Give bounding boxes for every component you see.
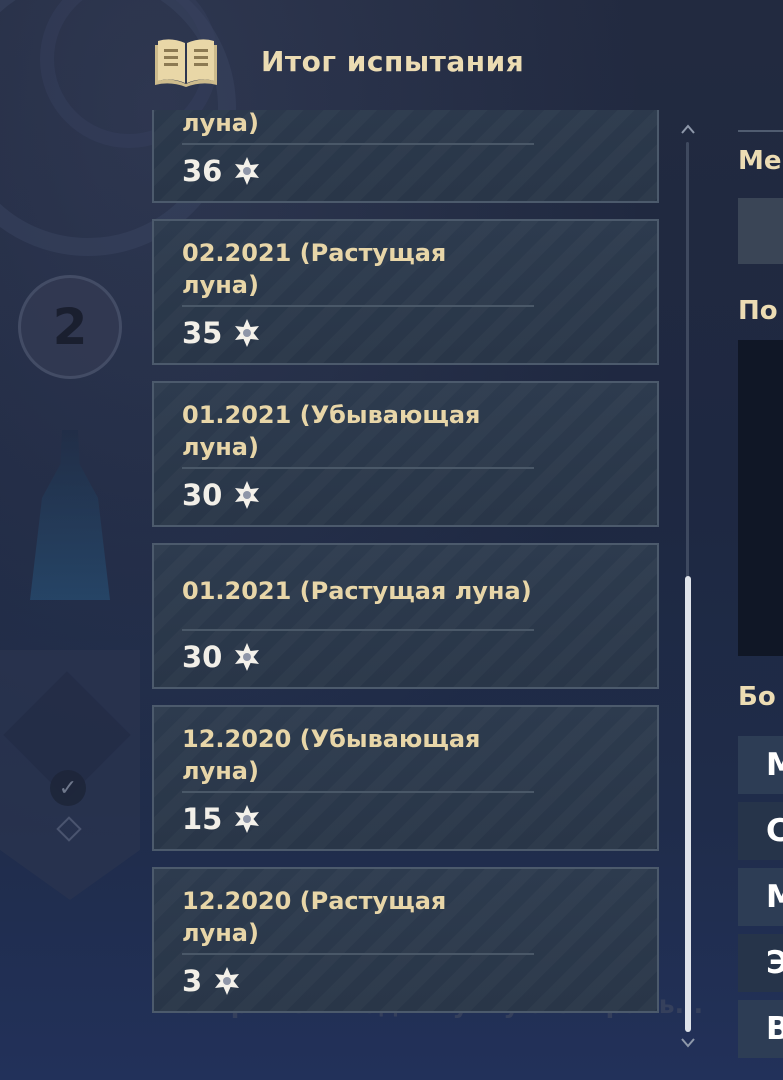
background-shield-decoration [0, 650, 140, 900]
record-divider [182, 305, 534, 307]
abyss-star-icon [235, 643, 260, 671]
panel-title: Итог испытания [261, 44, 525, 78]
record-card[interactable]: 01.2021 (Растущая луна) 30 [152, 543, 659, 689]
scroll-down-arrow-icon[interactable] [680, 1036, 696, 1050]
abyss-star-icon [235, 805, 260, 833]
record-divider [182, 467, 534, 469]
record-title: 12.2020 (Растущая луна) [182, 887, 447, 947]
record-score: 15 [182, 799, 262, 839]
right-panel-label: Бо [738, 682, 776, 712]
floor-badge: 2 [18, 275, 122, 379]
record-score-value: 36 [182, 154, 223, 188]
open-book-icon [155, 39, 217, 87]
scrollbar-thumb[interactable] [685, 576, 691, 1032]
record-score: 30 [182, 637, 262, 677]
record-score-value: 3 [182, 964, 203, 998]
record-divider [182, 629, 534, 631]
right-panel-divider [738, 130, 783, 132]
scroll-up-arrow-icon[interactable] [680, 122, 696, 136]
record-title: 02.2021 (Растущая луна) [182, 239, 447, 299]
abyss-record-screen: 2 ✓ Итог испытания Открылся вход в Лунну… [0, 0, 783, 1080]
record-card[interactable]: 01.2021 (Убывающая луна) 30 [152, 381, 659, 527]
record-list[interactable]: луна) 36 02.2021 (Растущая луна) 35 01.2… [150, 110, 662, 1030]
right-panel-image [738, 340, 783, 656]
right-panel-label: Ме [738, 146, 782, 176]
record-card[interactable]: луна) 36 [152, 110, 659, 203]
record-score: 35 [182, 313, 262, 353]
record-title: 01.2021 (Растущая луна) [182, 577, 532, 605]
record-card[interactable]: 02.2021 (Растущая луна) 35 [152, 219, 659, 365]
right-panel-box[interactable] [738, 198, 783, 264]
right-panel-row[interactable]: Э [738, 934, 783, 992]
right-panel-row[interactable]: М [738, 868, 783, 926]
record-score-value: 35 [182, 316, 223, 350]
abyss-star-icon [215, 967, 240, 995]
panel-header: Итог испытания [155, 33, 524, 89]
right-panel-row[interactable]: С [738, 802, 783, 860]
diamond-icon [56, 816, 82, 842]
floor-number: 2 [52, 298, 88, 356]
right-panel-label: По [738, 296, 778, 326]
record-title: луна) [182, 110, 259, 137]
abyss-star-icon [235, 319, 260, 347]
record-score: 30 [182, 475, 262, 515]
background-tower-decoration [30, 430, 110, 600]
record-title: 01.2021 (Убывающая луна) [182, 401, 481, 461]
record-divider [182, 791, 534, 793]
record-score-value: 15 [182, 802, 223, 836]
record-score: 3 [182, 961, 242, 1001]
abyss-star-icon [235, 157, 260, 185]
right-panel-row[interactable]: В [738, 1000, 783, 1058]
record-score-value: 30 [182, 478, 223, 512]
background-chest-icon [3, 671, 131, 799]
record-divider [182, 143, 534, 145]
record-title: 12.2020 (Убывающая луна) [182, 725, 481, 785]
checkmark-icon: ✓ [50, 770, 86, 806]
record-score-value: 30 [182, 640, 223, 674]
record-card[interactable]: 12.2020 (Растущая луна) 3 [152, 867, 659, 1013]
record-card[interactable]: 12.2020 (Убывающая луна) 15 [152, 705, 659, 851]
record-score: 36 [182, 151, 262, 191]
abyss-star-icon [235, 481, 260, 509]
right-panel-row[interactable]: М [738, 736, 783, 794]
record-divider [182, 953, 534, 955]
